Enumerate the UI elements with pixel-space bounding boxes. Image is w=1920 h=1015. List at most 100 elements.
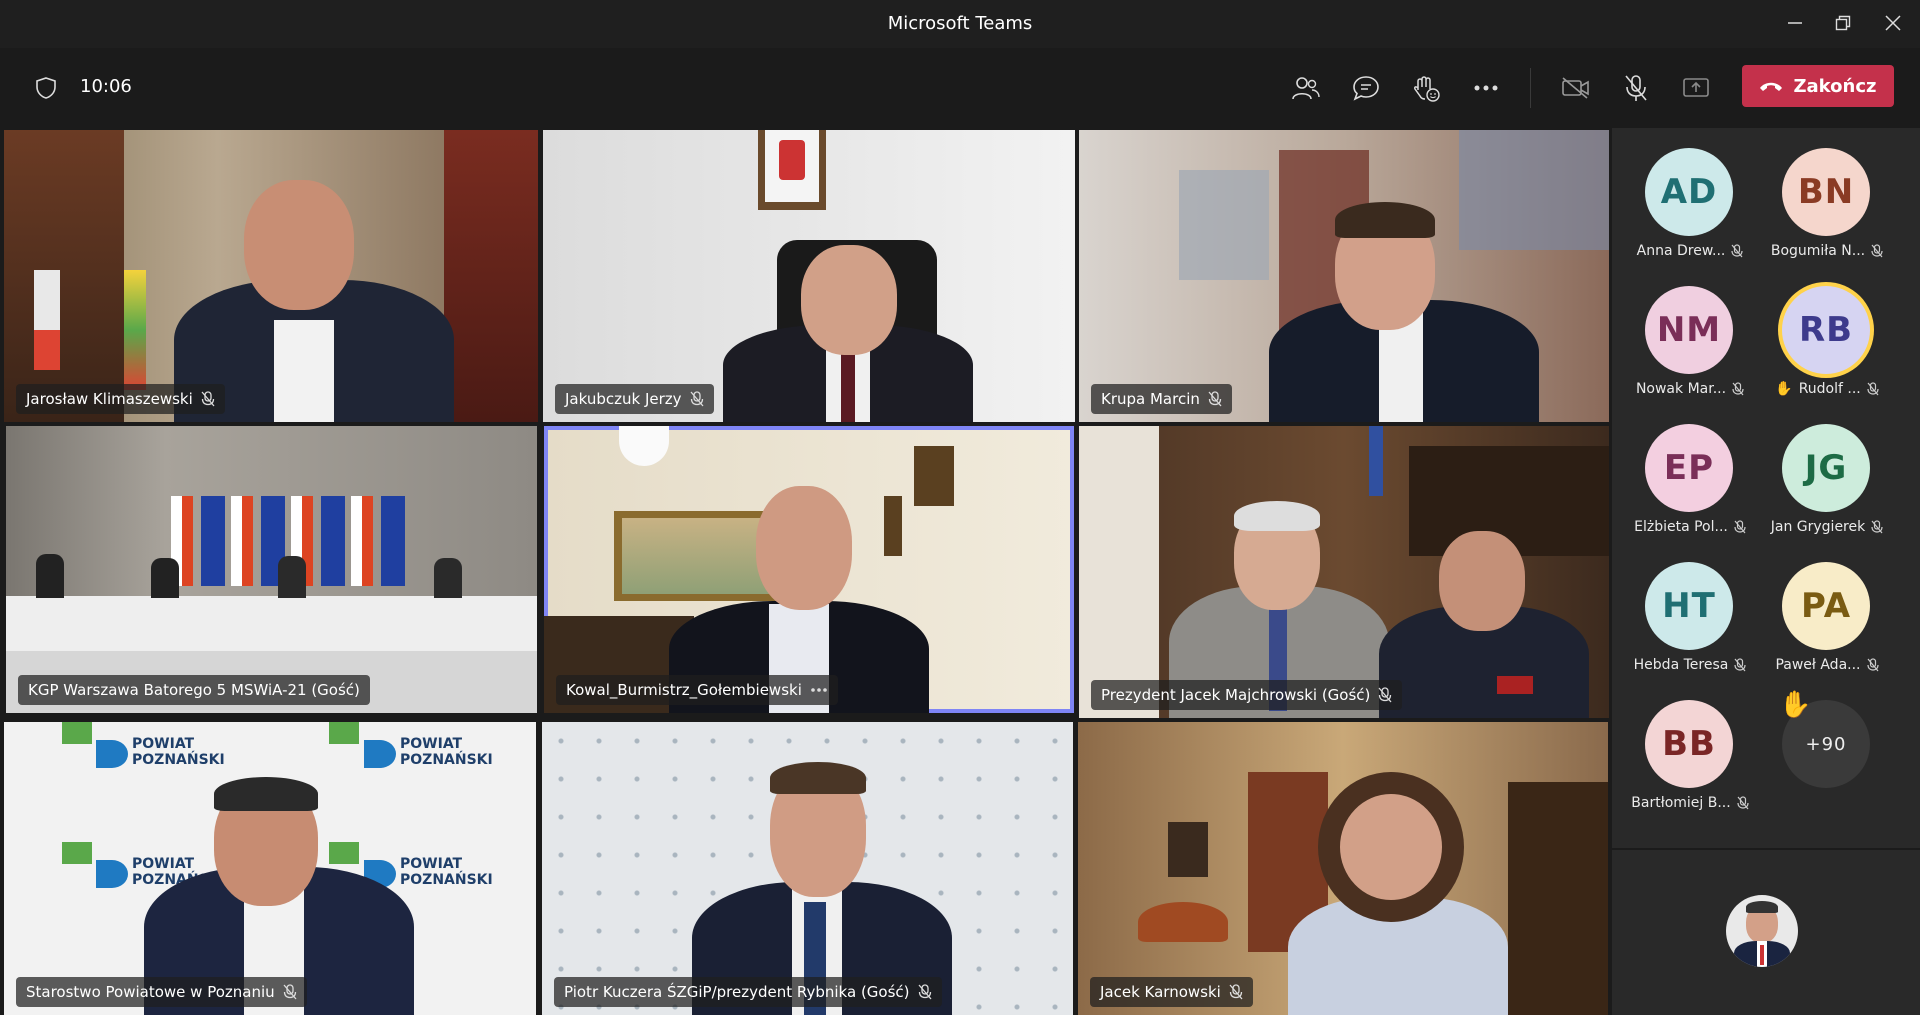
mic-off-icon bbox=[1737, 796, 1749, 810]
avatar: EP bbox=[1645, 424, 1733, 512]
participant-name: Kowal_Burmistrz_Gołembiewski bbox=[566, 681, 802, 699]
video-feed bbox=[6, 426, 537, 713]
participant-nameplate: Piotr Kuczera ŚZGiP/prezydent Rybnika (G… bbox=[554, 977, 942, 1007]
restore-icon bbox=[1835, 15, 1851, 31]
camera-toggle[interactable] bbox=[1560, 72, 1592, 104]
video-feed bbox=[544, 426, 1074, 713]
roster-name-row: Bogumiła N... bbox=[1757, 243, 1897, 259]
participant-name: Bogumiła N... bbox=[1770, 243, 1866, 259]
video-grid: Jarosław Klimaszewski Jakubczuk Jerzy Kr… bbox=[0, 128, 1610, 1015]
participants-button[interactable] bbox=[1290, 72, 1322, 104]
participant-nameplate: Starostwo Powiatowe w Poznaniu bbox=[16, 977, 307, 1007]
meeting-toolbar: 10:06 Zakończ bbox=[0, 48, 1920, 128]
more-icon bbox=[1474, 85, 1498, 91]
mic-off-icon bbox=[1871, 520, 1883, 534]
participant-name: Jan Grygierek bbox=[1770, 519, 1866, 535]
title-bar: Microsoft Teams bbox=[0, 0, 1920, 48]
roster-participant[interactable]: BB Bartłomiej B... bbox=[1620, 680, 1770, 818]
overflow-participants-button[interactable]: +90 ✋ bbox=[1757, 680, 1907, 818]
participant-name: Starostwo Powiatowe w Poznaniu bbox=[26, 983, 275, 1001]
avatar: BN bbox=[1782, 148, 1870, 236]
roster-participant[interactable]: AD Anna Drew... bbox=[1620, 128, 1770, 266]
participant-name: Anna Drew... bbox=[1636, 243, 1726, 259]
restore-button[interactable] bbox=[1828, 10, 1858, 36]
video-tile[interactable]: Jakubczuk Jerzy bbox=[543, 130, 1075, 422]
video-feed bbox=[542, 722, 1073, 1015]
video-tile[interactable]: Krupa Marcin bbox=[1079, 130, 1609, 422]
roster-name-row: Bartłomiej B... bbox=[1620, 795, 1760, 811]
mic-off-icon bbox=[201, 391, 215, 407]
video-tile[interactable]: Prezydent Jacek Majchrowski (Gość) bbox=[1079, 426, 1609, 718]
end-call-button[interactable]: Zakończ bbox=[1742, 65, 1894, 107]
video-tile[interactable]: Jacek Karnowski bbox=[1078, 722, 1608, 1015]
shield-icon[interactable] bbox=[30, 72, 62, 104]
phone-hangup-icon bbox=[1760, 82, 1783, 91]
participant-nameplate: KGP Warszawa Batorego 5 MSWiA-21 (Gość) bbox=[18, 675, 370, 705]
close-button[interactable] bbox=[1878, 10, 1908, 36]
mic-off-icon bbox=[1208, 391, 1222, 407]
video-tile[interactable]: Piotr Kuczera ŚZGiP/prezydent Rybnika (G… bbox=[542, 722, 1073, 1015]
hand-reaction-icon bbox=[1414, 76, 1440, 102]
video-tile[interactable]: Jarosław Klimaszewski bbox=[4, 130, 538, 422]
participant-name: Paweł Ada... bbox=[1775, 657, 1861, 673]
participant-name: KGP Warszawa Batorego 5 MSWiA-21 (Gość) bbox=[28, 681, 360, 699]
participants-roster: AD Anna Drew... BN Bogumiła N... NM Nowa… bbox=[1612, 128, 1920, 848]
roster-name-row: Paweł Ada... bbox=[1757, 657, 1897, 673]
mic-off-icon bbox=[1229, 984, 1243, 1000]
roster-participant[interactable]: PA Paweł Ada... bbox=[1757, 542, 1907, 680]
more-actions-button[interactable] bbox=[1470, 72, 1502, 104]
window-title: Microsoft Teams bbox=[887, 13, 1033, 34]
raised-hand-icon: ✋ bbox=[1775, 381, 1793, 397]
roster-participant[interactable]: JG Jan Grygierek bbox=[1757, 404, 1907, 542]
video-feed bbox=[543, 130, 1075, 422]
roster-name-row: Hebda Teresa bbox=[1620, 657, 1760, 673]
roster-participant[interactable]: BN Bogumiła N... bbox=[1757, 128, 1907, 266]
people-icon bbox=[1292, 77, 1320, 100]
toolbar-separator bbox=[1530, 68, 1531, 108]
minimize-icon bbox=[1788, 22, 1802, 24]
video-tile[interactable]: POWIAT POZNAŃSKI POWIAT POZNAŃSKI POWIAT PO… bbox=[4, 722, 536, 1015]
roster-participant[interactable]: NM Nowak Mar... bbox=[1620, 266, 1770, 404]
more-icon[interactable] bbox=[810, 687, 828, 693]
share-button[interactable] bbox=[1680, 72, 1712, 104]
participant-nameplate: Krupa Marcin bbox=[1091, 384, 1232, 414]
camera-off-icon bbox=[1562, 77, 1589, 99]
close-icon bbox=[1885, 15, 1901, 31]
participant-nameplate: Prezydent Jacek Majchrowski (Gość) bbox=[1091, 680, 1403, 710]
video-tile[interactable]: Kowal_Burmistrz_Gołembiewski bbox=[544, 426, 1074, 713]
mic-off-icon bbox=[918, 984, 932, 1000]
avatar: JG bbox=[1782, 424, 1870, 512]
share-screen-icon bbox=[1683, 78, 1709, 97]
video-feed bbox=[4, 130, 538, 422]
mic-off-icon bbox=[1734, 658, 1746, 672]
video-feed: POWIAT POZNAŃSKI POWIAT POZNAŃSKI POWIAT PO… bbox=[4, 722, 536, 1015]
video-feed bbox=[1078, 722, 1608, 1015]
video-tile[interactable]: KGP Warszawa Batorego 5 MSWiA-21 (Gość) bbox=[6, 426, 537, 713]
mic-off-icon bbox=[283, 984, 297, 1000]
avatar: HT bbox=[1645, 562, 1733, 650]
participant-name: Elżbieta Pol... bbox=[1634, 519, 1728, 535]
roster-participant[interactable]: HT Hebda Teresa bbox=[1620, 542, 1770, 680]
mic-toggle[interactable] bbox=[1620, 72, 1652, 104]
avatar: NM bbox=[1645, 286, 1733, 374]
participant-name: Jakubczuk Jerzy bbox=[565, 390, 682, 408]
chat-button[interactable] bbox=[1350, 72, 1382, 104]
roster-participant[interactable]: RB ✋ Rudolf ... bbox=[1757, 266, 1907, 404]
participant-name: Krupa Marcin bbox=[1101, 390, 1200, 408]
roster-participant[interactable]: EP Elżbieta Pol... bbox=[1620, 404, 1770, 542]
participant-name: Jarosław Klimaszewski bbox=[26, 390, 193, 408]
participant-nameplate: Jakubczuk Jerzy bbox=[555, 384, 714, 414]
participant-name: Hebda Teresa bbox=[1633, 657, 1729, 673]
avatar: BB bbox=[1645, 700, 1733, 788]
end-call-label: Zakończ bbox=[1793, 75, 1877, 97]
participant-name: Bartłomiej B... bbox=[1631, 795, 1731, 811]
meeting-time: 10:06 bbox=[80, 76, 132, 97]
chat-icon bbox=[1353, 76, 1379, 101]
participant-name: Rudolf ... bbox=[1798, 381, 1861, 397]
mic-off-icon bbox=[1871, 244, 1883, 258]
minimize-button[interactable] bbox=[1780, 10, 1810, 36]
roster-name-row: Jan Grygierek bbox=[1757, 519, 1897, 535]
self-avatar[interactable] bbox=[1726, 895, 1798, 967]
mic-off-icon bbox=[1867, 382, 1879, 396]
reactions-button[interactable] bbox=[1410, 72, 1442, 104]
